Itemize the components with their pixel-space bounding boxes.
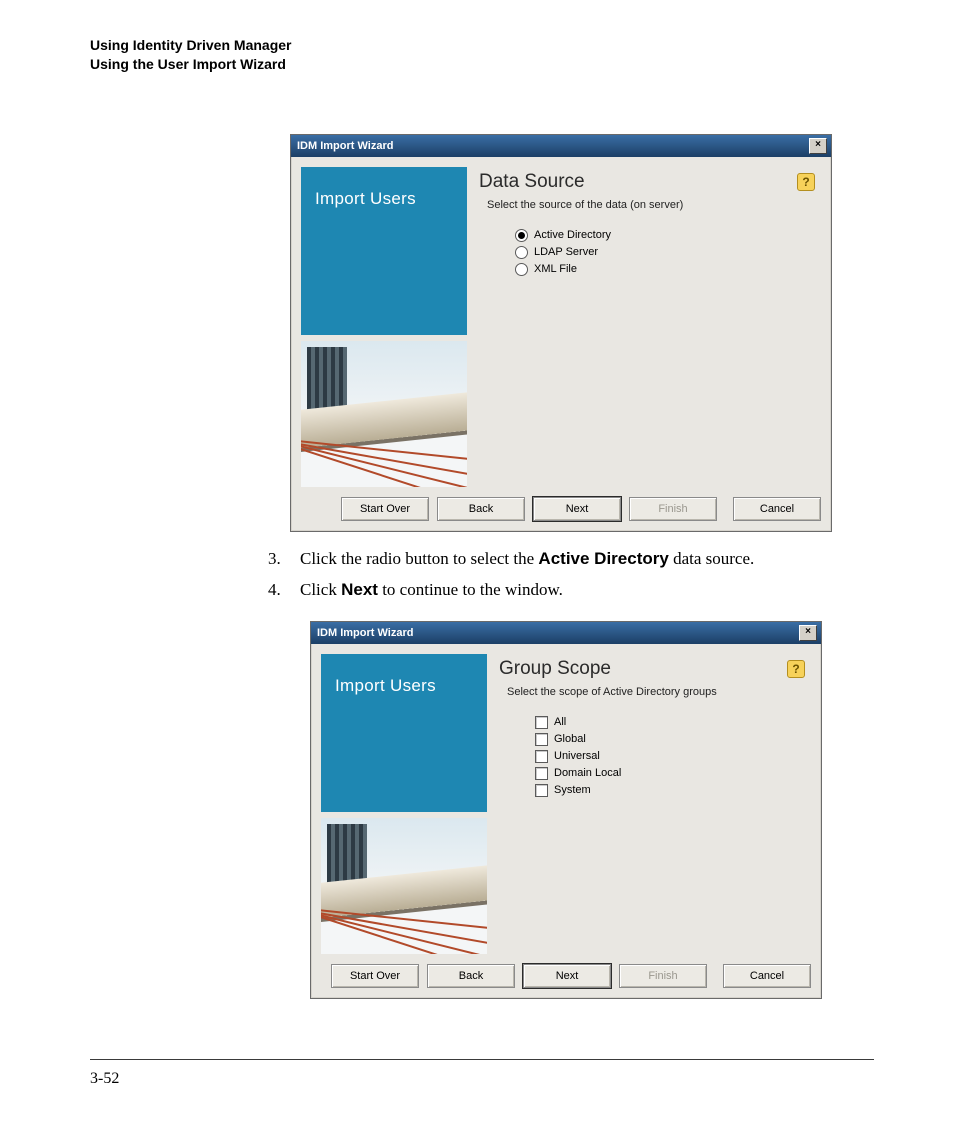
checkbox-label: Universal <box>554 750 600 762</box>
radio-label: XML File <box>534 263 577 275</box>
back-button[interactable]: Back <box>427 964 515 988</box>
checkbox-option-all[interactable]: All <box>535 716 805 729</box>
cancel-button[interactable]: Cancel <box>733 497 821 521</box>
checkbox-label: System <box>554 784 591 796</box>
wizard-window-2: IDM Import Wizard × Import Users Group S… <box>310 621 822 999</box>
radio-group-data-source: Active Directory LDAP Server XML File <box>515 229 815 276</box>
sidebar-title-tile: Import Users <box>321 654 487 812</box>
checkbox-icon <box>535 767 548 780</box>
panel-heading: Data Source <box>479 171 585 193</box>
titlebar: IDM Import Wizard × <box>311 622 821 644</box>
sidebar-title-tile: Import Users <box>301 167 467 335</box>
radio-label: Active Directory <box>534 229 611 241</box>
panel-heading: Group Scope <box>499 658 611 680</box>
running-header-line1: Using Identity Driven Manager <box>90 36 874 55</box>
radio-icon <box>515 263 528 276</box>
sidebar-title: Import Users <box>335 676 436 696</box>
cancel-button[interactable]: Cancel <box>723 964 811 988</box>
sidebar-image-tile <box>321 818 487 954</box>
wizard-sidebar: Import Users <box>301 167 467 487</box>
checkbox-option-domain-local[interactable]: Domain Local <box>535 767 805 780</box>
radio-option-xml-file[interactable]: XML File <box>515 263 815 276</box>
help-icon[interactable]: ? <box>787 660 805 678</box>
close-icon[interactable]: × <box>809 138 827 154</box>
start-over-button[interactable]: Start Over <box>331 964 419 988</box>
checkbox-icon <box>535 750 548 763</box>
figure-wizard-group-scope: IDM Import Wizard × Import Users Group S… <box>310 621 874 999</box>
sidebar-image-tile <box>301 341 467 487</box>
panel-subheading: Select the source of the data (on server… <box>487 199 815 211</box>
checkbox-option-universal[interactable]: Universal <box>535 750 805 763</box>
finish-button: Finish <box>619 964 707 988</box>
panel-subheading: Select the scope of Active Directory gro… <box>507 686 805 698</box>
sidebar-title: Import Users <box>315 189 416 209</box>
wizard-sidebar: Import Users <box>321 654 487 954</box>
checkbox-icon <box>535 716 548 729</box>
wizard-button-row: Start Over Back Next Finish Cancel <box>311 958 821 998</box>
figure-wizard-data-source: IDM Import Wizard × Import Users Data So… <box>290 134 874 532</box>
checkbox-option-global[interactable]: Global <box>535 733 805 746</box>
checkbox-label: All <box>554 716 566 728</box>
checkbox-group-scope: All Global Universal Domain Local <box>535 716 805 797</box>
close-icon[interactable]: × <box>799 625 817 641</box>
wizard-window-1: IDM Import Wizard × Import Users Data So… <box>290 134 832 532</box>
back-button[interactable]: Back <box>437 497 525 521</box>
footer-rule <box>90 1059 874 1060</box>
radio-icon <box>515 229 528 242</box>
radio-option-ldap-server[interactable]: LDAP Server <box>515 246 815 259</box>
instruction-steps: 3. Click the radio button to select the … <box>268 546 874 603</box>
page-number: 3-52 <box>90 1070 874 1088</box>
checkbox-label: Global <box>554 733 586 745</box>
radio-label: LDAP Server <box>534 246 598 258</box>
window-title: IDM Import Wizard <box>317 627 413 639</box>
checkbox-icon <box>535 733 548 746</box>
radio-option-active-directory[interactable]: Active Directory <box>515 229 815 242</box>
step-4: 4. Click Next to continue to the window. <box>268 577 874 603</box>
help-icon[interactable]: ? <box>797 173 815 191</box>
titlebar: IDM Import Wizard × <box>291 135 831 157</box>
running-header: Using Identity Driven Manager Using the … <box>90 36 874 74</box>
start-over-button[interactable]: Start Over <box>341 497 429 521</box>
radio-icon <box>515 246 528 259</box>
checkbox-icon <box>535 784 548 797</box>
checkbox-label: Domain Local <box>554 767 621 779</box>
window-title: IDM Import Wizard <box>297 140 393 152</box>
next-button[interactable]: Next <box>523 964 611 988</box>
checkbox-option-system[interactable]: System <box>535 784 805 797</box>
finish-button: Finish <box>629 497 717 521</box>
wizard-button-row: Start Over Back Next Finish Cancel <box>291 491 831 531</box>
step-3: 3. Click the radio button to select the … <box>268 546 874 572</box>
next-button[interactable]: Next <box>533 497 621 521</box>
running-header-line2: Using the User Import Wizard <box>90 55 874 74</box>
